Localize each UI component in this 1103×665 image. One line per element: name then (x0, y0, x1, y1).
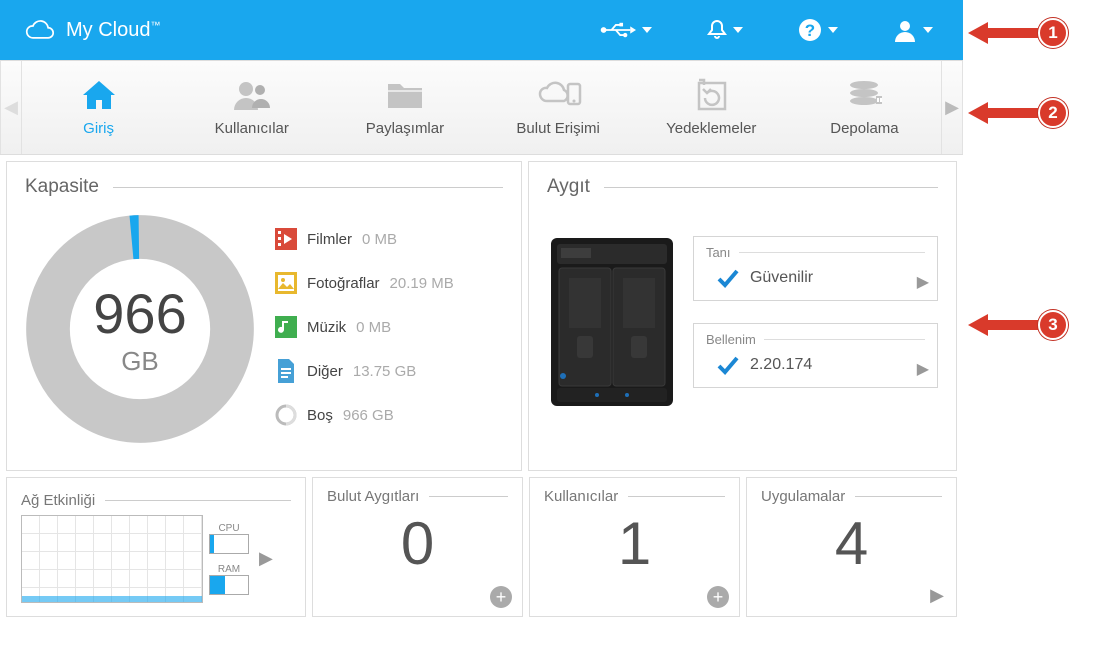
chevron-down-icon (923, 27, 933, 33)
document-icon (275, 360, 297, 382)
device-image (547, 236, 677, 411)
nav-ribbon: ◀ Giriş Kullanıcılar Paylaşımlar Bulut E… (0, 60, 963, 155)
network-expand[interactable]: ▶ (259, 548, 273, 569)
ram-meter: RAM (209, 564, 249, 595)
activity-graph (21, 515, 203, 603)
capacity-title: Kapasite (25, 176, 99, 198)
brand-text: My Cloud™ (66, 19, 160, 42)
users-panel[interactable]: Kullanıcılar 1 + (529, 477, 740, 617)
nav-backups[interactable]: Yedeklemeler (635, 61, 788, 154)
capacity-item-photos: Fotoğraflar 20.19 MB (275, 272, 454, 294)
cloud-devices-count: 0 (327, 511, 508, 577)
check-icon (716, 266, 740, 290)
capacity-donut: 966 GB (25, 214, 255, 444)
notifications-menu[interactable] (707, 19, 743, 41)
nav-label: Kullanıcılar (215, 120, 289, 137)
add-cloud-device-button[interactable]: + (490, 586, 512, 608)
cloud-devices-title: Bulut Aygıtları (327, 488, 419, 505)
annotation-3: 3 (968, 310, 1068, 340)
chevron-down-icon (733, 27, 743, 33)
nav-scroll-left: ◀ (0, 61, 22, 154)
nav-shares[interactable]: Paylaşımlar (328, 61, 481, 154)
user-icon (893, 18, 917, 42)
device-panel: Aygıt Tanı (528, 161, 957, 471)
chevron-right-icon: ▶ (917, 272, 929, 292)
folder-icon (386, 78, 424, 112)
cpu-meter: CPU (209, 523, 249, 554)
usb-icon (600, 21, 636, 39)
app-header: My Cloud™ ? (0, 0, 963, 60)
nav-label: Bulut Erişimi (516, 120, 599, 137)
home-icon (81, 78, 117, 112)
users-count: 1 (544, 511, 725, 577)
cloud-devices-panel[interactable]: Bulut Aygıtları 0 + (312, 477, 523, 617)
cloud-logo-icon (20, 18, 56, 42)
nav-label: Giriş (83, 120, 114, 137)
capacity-item-movies: Filmler 0 MB (275, 228, 454, 250)
diag-label: Tanı (706, 245, 731, 260)
apps-count: 4 (761, 511, 942, 577)
free-space-icon (275, 404, 297, 426)
nav-label: Depolama (830, 120, 898, 137)
brand-area: My Cloud™ (20, 18, 160, 42)
help-icon: ? (798, 18, 822, 42)
capacity-item-other: Diğer 13.75 GB (275, 360, 454, 382)
nav-cloud-access[interactable]: Bulut Erişimi (482, 61, 635, 154)
diag-value: Güvenilir (750, 269, 813, 287)
svg-text:?: ? (805, 21, 815, 40)
cloud-device-icon (534, 78, 582, 112)
movies-icon (275, 228, 297, 250)
capacity-unit: GB (121, 346, 159, 377)
nav-storage[interactable]: Depolama (788, 61, 941, 154)
add-user-button[interactable]: + (707, 586, 729, 608)
photos-icon (275, 272, 297, 294)
users-title: Kullanıcılar (544, 488, 618, 505)
nav-scroll-right[interactable]: ▶ (941, 61, 963, 154)
apps-expand[interactable]: ▶ (930, 585, 944, 606)
annotation-2: 2 (968, 98, 1068, 128)
chevron-down-icon (642, 27, 652, 33)
capacity-panel: Kapasite 966 GB Filmler 0 MB (6, 161, 522, 471)
usb-menu[interactable] (600, 21, 652, 39)
firmware-card[interactable]: Bellenim 2.20.174 ▶ (693, 323, 938, 388)
users-icon (232, 78, 272, 112)
nav-label: Yedeklemeler (666, 120, 756, 137)
network-activity-panel: Ağ Etkinliği CPU RAM ▶ (6, 477, 306, 617)
fw-value: 2.20.174 (750, 356, 812, 374)
capacity-item-free: Boş 966 GB (275, 404, 454, 426)
fw-label: Bellenim (706, 332, 756, 347)
bell-icon (707, 19, 727, 41)
music-icon (275, 316, 297, 338)
apps-panel[interactable]: Uygulamalar 4 ▶ (746, 477, 957, 617)
backup-icon (694, 78, 728, 112)
device-title: Aygıt (547, 176, 590, 198)
nav-users[interactable]: Kullanıcılar (175, 61, 328, 154)
help-menu[interactable]: ? (798, 18, 838, 42)
dashboard-content: Kapasite 966 GB Filmler 0 MB (0, 155, 963, 617)
diagnostics-card[interactable]: Tanı Güvenilir ▶ (693, 236, 938, 301)
chevron-down-icon (828, 27, 838, 33)
apps-title: Uygulamalar (761, 488, 845, 505)
capacity-value: 966 (93, 281, 186, 346)
user-menu[interactable] (893, 18, 933, 42)
chevron-right-icon: ▶ (917, 359, 929, 379)
nav-label: Paylaşımlar (366, 120, 444, 137)
annotation-1: 1 (968, 18, 1068, 48)
storage-icon (846, 78, 882, 112)
check-icon (716, 353, 740, 377)
network-title: Ağ Etkinliği (21, 492, 95, 509)
nav-home[interactable]: Giriş (22, 61, 175, 154)
capacity-item-music: Müzik 0 MB (275, 316, 454, 338)
